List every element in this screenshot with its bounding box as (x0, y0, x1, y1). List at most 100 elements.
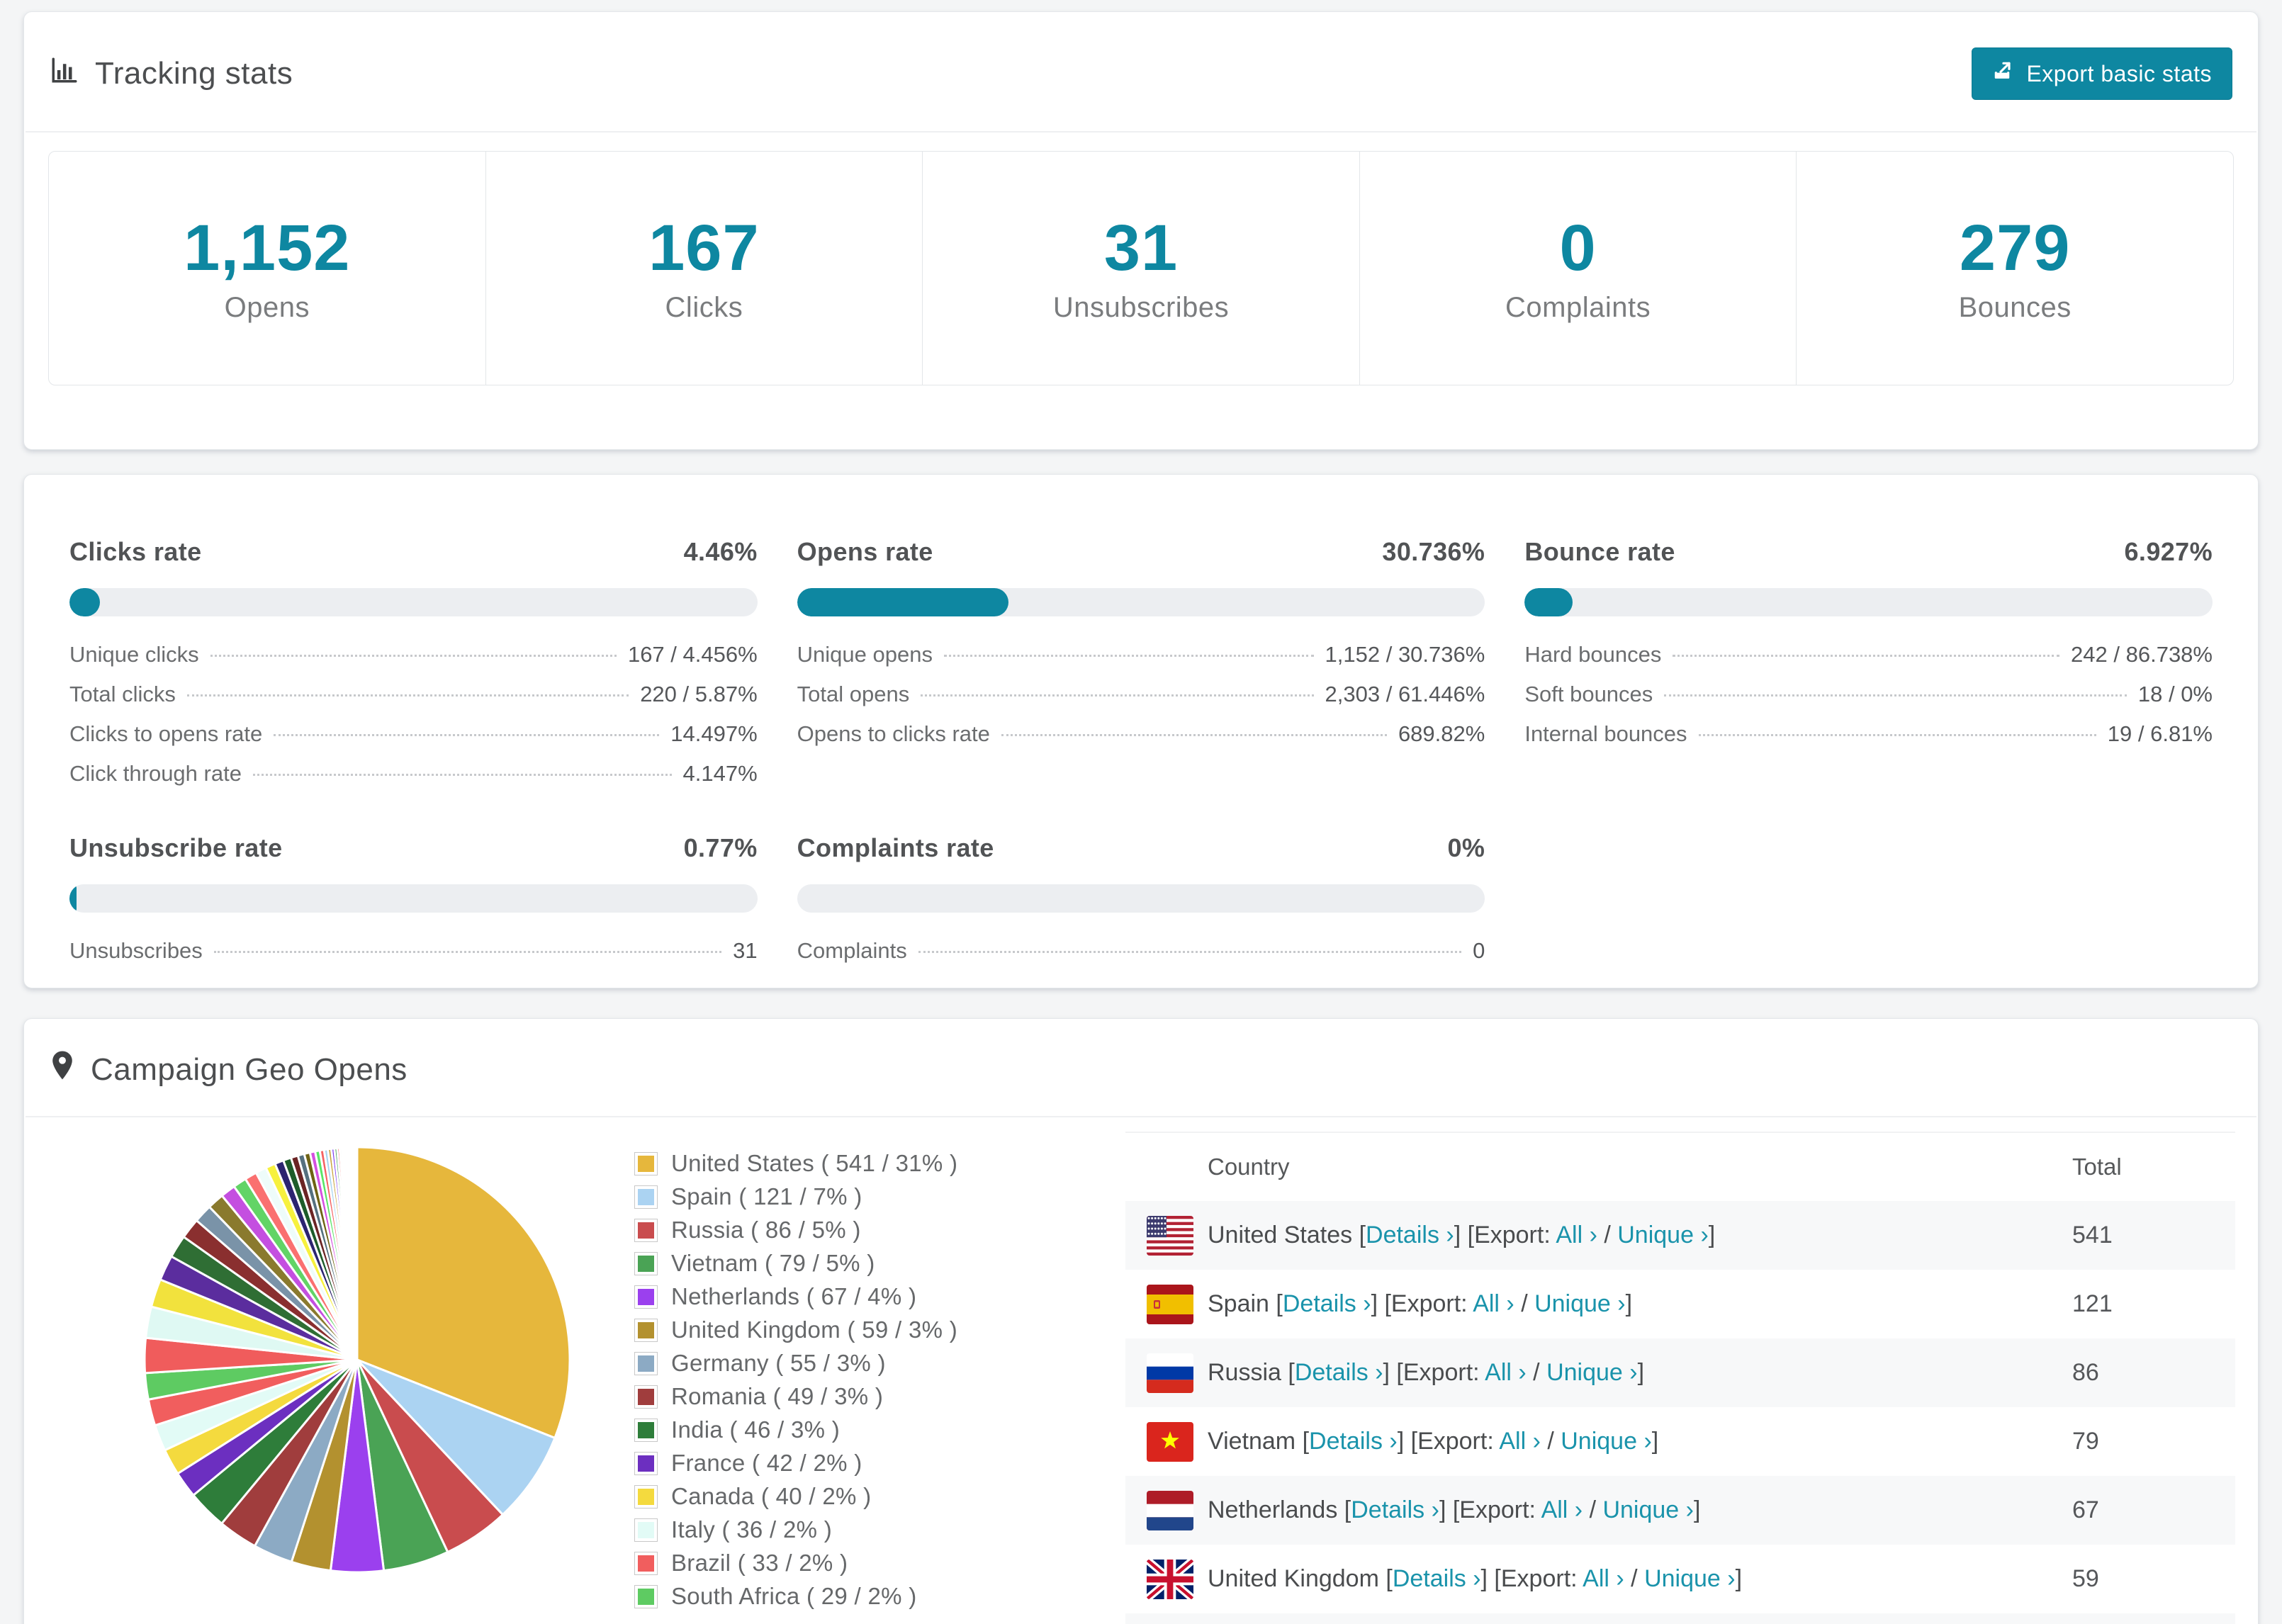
geo-table-row-us: United States [Details ›] [Export: All ›… (1125, 1201, 2235, 1270)
legend-swatch (634, 1451, 658, 1475)
legend-item-br[interactable]: Brazil ( 33 / 2% ) (634, 1550, 1060, 1577)
details-link[interactable]: Details › (1366, 1222, 1454, 1248)
export-unique-link[interactable]: Unique › (1602, 1496, 1694, 1523)
export-label: Export: (1390, 1290, 1473, 1317)
rate-row-value: 18 / 0% (2137, 682, 2213, 706)
total-cell: 541 (2072, 1222, 2113, 1248)
dotted-leader (252, 774, 672, 776)
rate-row: Complaints 0 (797, 938, 1485, 978)
export-all-link[interactable]: All › (1556, 1222, 1597, 1248)
export-unique-link[interactable]: Unique › (1561, 1428, 1652, 1455)
country-cell-text: Spain [Details ›] [Export: All › / Uniqu… (1208, 1290, 1633, 1317)
rate-percent: 0% (1447, 833, 1485, 862)
rate-title: Opens rate (797, 537, 933, 566)
geo-table: Country Total United States [Details ›] … (1125, 1132, 2235, 1624)
rate-row-label: Soft bounces (1524, 682, 1653, 706)
dotted-leader (921, 694, 1314, 697)
pie-slice-53[interactable] (355, 1146, 359, 1361)
legend-item-es[interactable]: Spain ( 121 / 7% ) (634, 1183, 1060, 1210)
rate-percent: 4.46% (683, 537, 758, 566)
export-unique-link[interactable]: Unique › (1546, 1359, 1638, 1386)
page: Tracking stats Export basic stats 1,152 O… (0, 0, 2282, 1624)
geo-table-row-nl: Netherlands [Details ›] [Export: All › /… (1125, 1476, 2235, 1545)
bracket: ] [ (1383, 1359, 1403, 1386)
total-cell: 55 (2072, 1613, 2235, 1624)
export-all-link[interactable]: All › (1485, 1359, 1527, 1386)
rate-row-value: 4.147% (682, 761, 758, 786)
legend-label: United States ( 541 / 31% ) (671, 1150, 958, 1176)
export-all-link[interactable]: All › (1541, 1496, 1583, 1523)
legend-swatch (634, 1518, 658, 1542)
slash: / (1583, 1496, 1603, 1523)
legend-item-ru[interactable]: Russia ( 86 / 5% ) (634, 1217, 1060, 1244)
legend-item-de[interactable]: Germany ( 55 / 3% ) (634, 1350, 1060, 1377)
rate-title: Clicks rate (69, 537, 202, 566)
rate-row: Opens to clicks rate 689.82% (797, 721, 1485, 761)
legend-item-in[interactable]: India ( 46 / 3% ) (634, 1416, 1060, 1443)
rate-row-value: 242 / 86.738% (2071, 642, 2213, 667)
rate-percent: 0.77% (683, 833, 758, 862)
summary-label: Unsubscribes (1052, 292, 1230, 323)
summary-label: Clicks (665, 292, 743, 323)
legend-item-za[interactable]: South Africa ( 29 / 2% ) (634, 1583, 1060, 1610)
legend-item-it[interactable]: Italy ( 36 / 2% ) (634, 1516, 1060, 1543)
legend-item-ro[interactable]: Romania ( 49 / 3% ) (634, 1383, 1060, 1410)
legend-item-gb[interactable]: United Kingdom ( 59 / 3% ) (634, 1316, 1060, 1343)
total-cell: 67 (2072, 1496, 2099, 1523)
rate-percent: 30.736% (1382, 537, 1485, 566)
tracking-stats-header: Tracking stats Export basic stats (26, 12, 2256, 132)
export-basic-stats-button[interactable]: Export basic stats (1972, 47, 2232, 100)
legend-label: Brazil ( 33 / 2% ) (671, 1550, 848, 1576)
dotted-leader (1698, 734, 2096, 736)
country-cell-text: Netherlands [Details ›] [Export: All › /… (1208, 1496, 1701, 1523)
export-unique-link[interactable]: Unique › (1534, 1290, 1626, 1317)
rate-block-unsubscribe-rate: Unsubscribe rate 0.77% Unsubscribes 31 (69, 833, 758, 978)
details-link[interactable]: Details › (1351, 1496, 1439, 1523)
summary-stat-unsubscribes: 31 Unsubscribes (923, 152, 1360, 385)
export-all-link[interactable]: All › (1583, 1565, 1624, 1592)
map-pin-icon (50, 1050, 75, 1089)
legend-swatch (634, 1251, 658, 1275)
bracket: ] (1637, 1359, 1645, 1386)
geo-pie-chart[interactable] (47, 1132, 635, 1624)
details-link[interactable]: Details › (1295, 1359, 1383, 1386)
export-all-link[interactable]: All › (1473, 1290, 1514, 1317)
bracket: [ (1359, 1222, 1366, 1248)
country-cell: Vietnam [Details ›] [Export: All › / Uni… (1125, 1407, 2072, 1476)
export-icon (1992, 60, 2015, 88)
geo-table-row-vn: Vietnam [Details ›] [Export: All › / Uni… (1125, 1407, 2235, 1476)
details-link[interactable]: Details › (1393, 1565, 1481, 1592)
legend-item-vn[interactable]: Vietnam ( 79 / 5% ) (634, 1250, 1060, 1277)
rate-title: Complaints rate (797, 833, 994, 862)
bracket: [ (1386, 1565, 1393, 1592)
legend-item-fr[interactable]: France ( 42 / 2% ) (634, 1450, 1060, 1477)
rate-row-label: Unique opens (797, 642, 933, 667)
rate-row: Total clicks 220 / 5.87% (69, 682, 758, 721)
legend-label: South Africa ( 29 / 2% ) (671, 1583, 917, 1609)
rate-percent: 6.927% (2124, 537, 2213, 566)
rate-row-value: 0 (1473, 938, 1485, 963)
country-cell: Spain [Details ›] [Export: All › / Uniqu… (1125, 1270, 2072, 1338)
rate-progress-bar (797, 884, 1485, 913)
export-all-link[interactable]: All › (1499, 1428, 1541, 1455)
flag-icon-us (1147, 1215, 1193, 1256)
dotted-leader (918, 951, 1462, 953)
country-cell-text: Vietnam [Details ›] [Export: All › / Uni… (1208, 1428, 1659, 1455)
export-unique-link[interactable]: Unique › (1644, 1565, 1736, 1592)
summary-label: Complaints (1505, 292, 1651, 323)
legend-item-nl[interactable]: Netherlands ( 67 / 4% ) (634, 1283, 1060, 1310)
export-unique-link[interactable]: Unique › (1617, 1222, 1709, 1248)
dotted-leader (1673, 655, 2060, 657)
rate-row-label: Click through rate (69, 761, 242, 786)
summary-stat-bounces: 279 Bounces (1797, 152, 2233, 385)
rate-row-label: Clicks to opens rate (69, 721, 263, 746)
export-label: Export: (1474, 1222, 1556, 1248)
rate-row-value: 689.82% (1398, 721, 1485, 746)
rate-title: Unsubscribe rate (69, 833, 283, 862)
details-link[interactable]: Details › (1309, 1428, 1398, 1455)
tracking-stats-card: Tracking stats Export basic stats 1,152 O… (23, 11, 2259, 450)
legend-item-ca[interactable]: Canada ( 40 / 2% ) (634, 1483, 1060, 1510)
legend-item-us[interactable]: United States ( 541 / 31% ) (634, 1150, 1060, 1177)
details-link[interactable]: Details › (1283, 1290, 1371, 1317)
rate-rows: Unique clicks 167 / 4.456% Total clicks 220… (69, 642, 758, 801)
